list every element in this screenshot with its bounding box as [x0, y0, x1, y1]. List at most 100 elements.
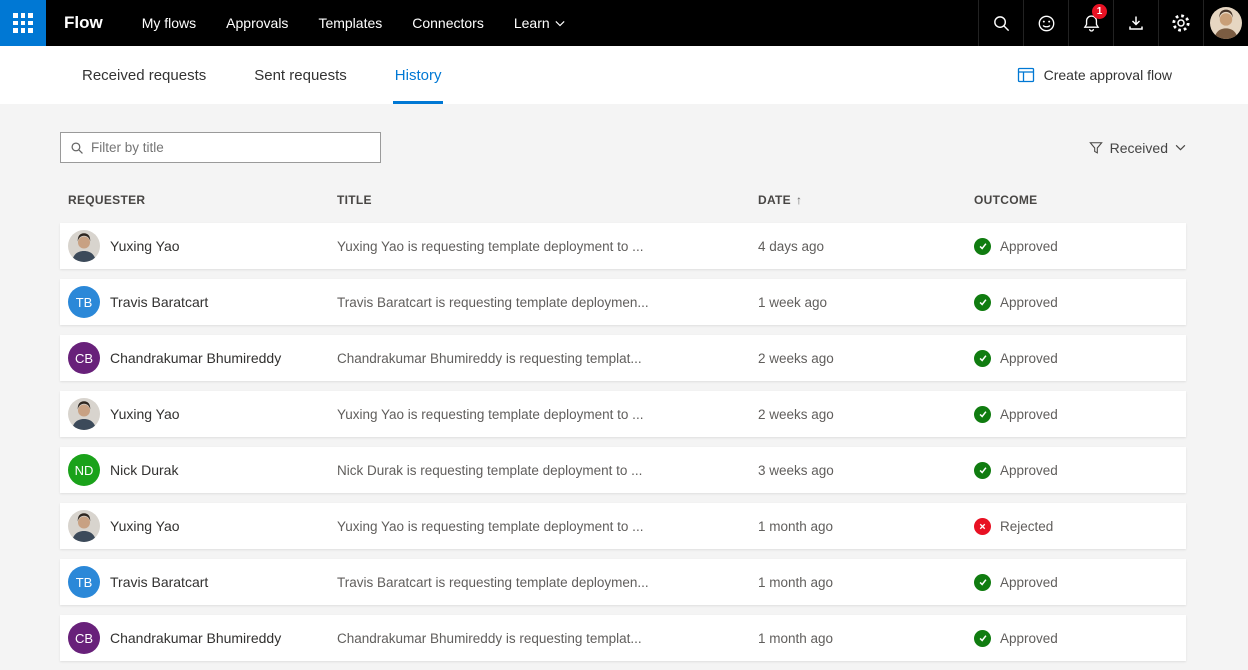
tab-bar: Received requests Sent requests History … — [0, 46, 1248, 104]
table-row[interactable]: TB Travis Baratcart Travis Baratcart is … — [60, 279, 1186, 325]
request-title: Yuxing Yao is requesting template deploy… — [337, 407, 758, 422]
download-button[interactable] — [1113, 0, 1158, 46]
table-row[interactable]: Yuxing Yao Yuxing Yao is requesting temp… — [60, 503, 1186, 549]
nav-item-approvals[interactable]: Approvals — [211, 0, 303, 46]
feedback-button[interactable] — [1023, 0, 1068, 46]
request-date: 1 month ago — [758, 519, 974, 534]
approved-icon — [974, 630, 991, 647]
avatar-initials: TB — [68, 286, 100, 318]
request-date: 1 week ago — [758, 295, 974, 310]
table-header: REQUESTER TITLE DATE ↑ OUTCOME — [60, 193, 1186, 207]
app-title: Flow — [46, 0, 127, 46]
approved-icon — [974, 294, 991, 311]
avatar-photo — [68, 230, 100, 262]
search-icon — [70, 141, 84, 155]
rejected-icon — [974, 518, 991, 535]
nav-item-templates[interactable]: Templates — [303, 0, 397, 46]
app-launcher-button[interactable] — [0, 0, 46, 46]
filter-row: Received — [60, 132, 1186, 163]
tab-sent-requests[interactable]: Sent requests — [252, 46, 349, 104]
avatar-initials: ND — [68, 454, 100, 486]
nav-item-connectors[interactable]: Connectors — [397, 0, 499, 46]
download-icon — [1127, 14, 1145, 32]
outcome-label: Approved — [1000, 351, 1058, 366]
create-approval-flow-label: Create approval flow — [1044, 67, 1172, 83]
table-row[interactable]: CB Chandrakumar Bhumireddy Chandrakumar … — [60, 615, 1186, 661]
table-row[interactable]: Yuxing Yao Yuxing Yao is requesting temp… — [60, 391, 1186, 437]
notifications-button[interactable]: 1 — [1068, 0, 1113, 46]
table-row[interactable]: TB Travis Baratcart Travis Baratcart is … — [60, 559, 1186, 605]
request-date: 2 weeks ago — [758, 351, 974, 366]
outcome-label: Approved — [1000, 575, 1058, 590]
search-button[interactable] — [978, 0, 1023, 46]
requester-name: Travis Baratcart — [110, 294, 208, 310]
request-date: 4 days ago — [758, 239, 974, 254]
outcome-label: Approved — [1000, 295, 1058, 310]
avatar-photo — [68, 510, 100, 542]
approved-icon — [974, 462, 991, 479]
top-bar-actions: 1 — [978, 0, 1248, 46]
requester-name: Chandrakumar Bhumireddy — [110, 350, 281, 366]
outcome-label: Approved — [1000, 463, 1058, 478]
header-date-sort[interactable]: DATE ↑ — [758, 193, 974, 207]
chevron-down-icon — [1175, 144, 1186, 151]
nav-item-my-flows[interactable]: My flows — [127, 0, 211, 46]
request-date: 3 weeks ago — [758, 463, 974, 478]
outcome-label: Rejected — [1000, 519, 1053, 534]
request-title: Yuxing Yao is requesting template deploy… — [337, 239, 758, 254]
header-outcome: OUTCOME — [974, 193, 1186, 207]
header-title: TITLE — [337, 193, 758, 207]
waffle-icon — [13, 13, 33, 33]
sort-ascending-icon: ↑ — [796, 193, 802, 207]
table-row[interactable]: CB Chandrakumar Bhumireddy Chandrakumar … — [60, 335, 1186, 381]
tab-received-requests[interactable]: Received requests — [80, 46, 208, 104]
outcome-label: Approved — [1000, 407, 1058, 422]
top-nav: My flows Approvals Templates Connectors … — [127, 0, 580, 46]
requester-name: Chandrakumar Bhumireddy — [110, 630, 281, 646]
direction-filter-label: Received — [1110, 140, 1168, 156]
create-approval-flow-button[interactable]: Create approval flow — [1017, 46, 1172, 104]
request-title: Chandrakumar Bhumireddy is requesting te… — [337, 351, 758, 366]
smiley-icon — [1037, 14, 1056, 33]
request-date: 2 weeks ago — [758, 407, 974, 422]
table-row[interactable]: Yuxing Yao Yuxing Yao is requesting temp… — [60, 223, 1186, 269]
request-title: Travis Baratcart is requesting template … — [337, 575, 758, 590]
avatar-initials: CB — [68, 622, 100, 654]
approved-icon — [974, 350, 991, 367]
create-flow-icon — [1017, 66, 1035, 84]
direction-filter-dropdown[interactable]: Received — [1089, 140, 1186, 156]
filter-search-box — [60, 132, 381, 163]
approved-icon — [974, 238, 991, 255]
user-avatar — [1210, 7, 1242, 39]
avatar-initials: TB — [68, 566, 100, 598]
avatar-photo — [68, 398, 100, 430]
tab-history[interactable]: History — [393, 46, 444, 104]
account-button[interactable] — [1203, 0, 1248, 46]
request-title: Nick Durak is requesting template deploy… — [337, 463, 758, 478]
table-row[interactable]: ND Nick Durak Nick Durak is requesting t… — [60, 447, 1186, 493]
search-icon — [992, 14, 1011, 33]
request-title: Yuxing Yao is requesting template deploy… — [337, 519, 758, 534]
history-content: Received REQUESTER TITLE DATE ↑ OUTCOME … — [0, 104, 1248, 661]
requester-name: Travis Baratcart — [110, 574, 208, 590]
avatar-initials: CB — [68, 342, 100, 374]
requester-name: Yuxing Yao — [110, 406, 180, 422]
settings-button[interactable] — [1158, 0, 1203, 46]
header-requester: REQUESTER — [60, 193, 337, 207]
gear-icon — [1171, 13, 1191, 33]
notification-badge: 1 — [1092, 4, 1107, 19]
requester-name: Nick Durak — [110, 462, 178, 478]
history-list: Yuxing Yao Yuxing Yao is requesting temp… — [60, 223, 1186, 661]
top-bar: Flow My flows Approvals Templates Connec… — [0, 0, 1248, 46]
filter-by-title-input[interactable] — [91, 140, 371, 155]
chevron-down-icon — [555, 20, 565, 27]
request-title: Travis Baratcart is requesting template … — [337, 295, 758, 310]
funnel-icon — [1089, 141, 1103, 155]
approved-icon — [974, 574, 991, 591]
approved-icon — [974, 406, 991, 423]
request-date: 1 month ago — [758, 575, 974, 590]
requester-name: Yuxing Yao — [110, 518, 180, 534]
nav-item-learn[interactable]: Learn — [499, 0, 580, 46]
requester-name: Yuxing Yao — [110, 238, 180, 254]
outcome-label: Approved — [1000, 239, 1058, 254]
